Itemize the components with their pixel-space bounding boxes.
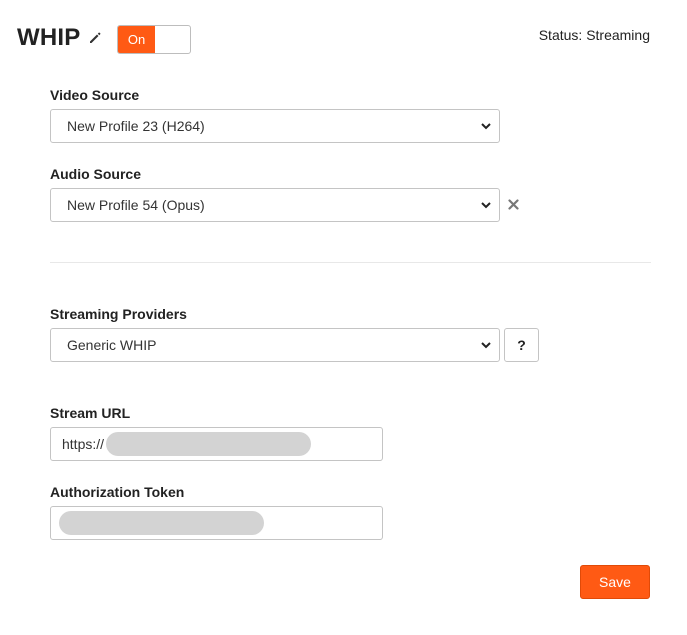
- stream-url-input[interactable]: https://: [50, 427, 383, 461]
- save-button[interactable]: Save: [580, 565, 650, 599]
- streaming-providers-label: Streaming Providers: [50, 306, 187, 322]
- authorization-token-input[interactable]: [50, 506, 383, 540]
- audio-source-label: Audio Source: [50, 166, 142, 182]
- streaming-providers-value: Generic WHIP: [67, 337, 157, 353]
- stream-url-prefix: https://: [62, 436, 105, 452]
- toggle-on-label: On: [118, 26, 155, 53]
- stream-url-label: Stream URL: [50, 405, 131, 421]
- chevron-down-icon: [481, 202, 491, 209]
- clear-audio-source-icon[interactable]: [508, 199, 519, 210]
- streaming-toggle[interactable]: On: [117, 25, 191, 54]
- provider-help-button[interactable]: ?: [504, 328, 539, 362]
- video-source-select[interactable]: New Profile 23 (H264): [50, 109, 500, 143]
- redacted-token: [59, 511, 264, 535]
- chevron-down-icon: [481, 123, 491, 130]
- status-text: Status: Streaming: [538, 27, 650, 43]
- whip-settings-panel: WHIP On Status: Streaming Video Source N…: [0, 0, 687, 635]
- authorization-token-label: Authorization Token: [50, 484, 185, 500]
- pencil-icon[interactable]: [88, 31, 102, 45]
- redacted-url: [106, 432, 312, 456]
- streaming-providers-select[interactable]: Generic WHIP: [50, 328, 500, 362]
- video-source-label: Video Source: [50, 87, 140, 103]
- audio-source-select[interactable]: New Profile 54 (Opus): [50, 188, 500, 222]
- video-source-value: New Profile 23 (H264): [67, 118, 205, 134]
- audio-source-value: New Profile 54 (Opus): [67, 197, 205, 213]
- page-title: WHIP: [17, 24, 81, 51]
- section-divider: [50, 262, 651, 263]
- chevron-down-icon: [481, 342, 491, 349]
